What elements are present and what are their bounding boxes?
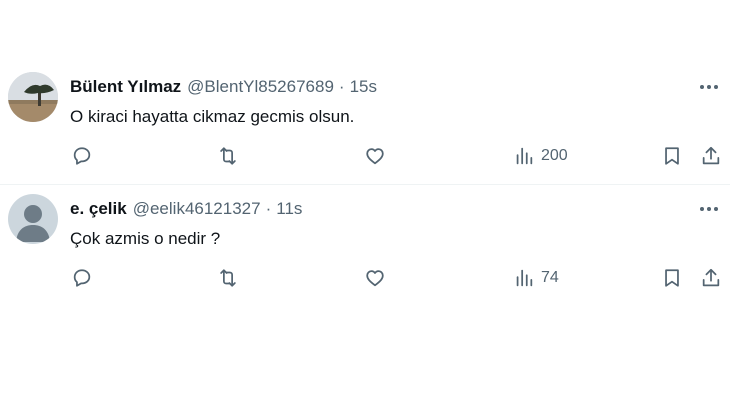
- share-icon: [702, 268, 720, 287]
- share-button[interactable]: [700, 144, 722, 168]
- more-icon[interactable]: [696, 200, 722, 218]
- reply-button[interactable]: [71, 266, 93, 290]
- share-button[interactable]: [700, 266, 722, 290]
- reply-button[interactable]: [71, 144, 93, 168]
- divider: [0, 184, 730, 185]
- views-button[interactable]: 74: [513, 266, 559, 290]
- tweet-text: Çok azmis o nedir ?: [70, 229, 221, 248]
- like-icon: [366, 270, 384, 287]
- more-icon[interactable]: [696, 78, 722, 96]
- bookmark-icon: [665, 147, 679, 165]
- views-button[interactable]: 200: [513, 144, 568, 168]
- separator-dot: ·: [338, 77, 345, 96]
- retweet-icon: [220, 269, 236, 287]
- like-button[interactable]: [364, 266, 386, 290]
- tweet[interactable]: e. çelik @eelik46121327 · 11s Çok azmis …: [0, 186, 730, 316]
- action-bar: 74: [0, 266, 730, 290]
- reply-icon: [73, 147, 91, 165]
- avatar[interactable]: [8, 194, 58, 244]
- like-icon: [366, 148, 384, 165]
- tweet[interactable]: Bülent Yılmaz @BlentYl85267689 · 15s O k…: [0, 64, 730, 184]
- bookmark-button[interactable]: [661, 266, 683, 290]
- views-icon: [516, 269, 533, 287]
- author-name[interactable]: Bülent Yılmaz: [70, 77, 181, 97]
- action-bar: 200: [0, 144, 730, 168]
- views-count: 200: [541, 147, 568, 164]
- bookmark-button[interactable]: [661, 144, 683, 168]
- author-handle[interactable]: @eelik46121327: [133, 199, 261, 219]
- retweet-icon: [220, 147, 236, 165]
- author-name[interactable]: e. çelik: [70, 199, 127, 219]
- default-avatar-icon: [8, 194, 58, 244]
- tweet-text: O kiraci hayatta cikmaz gecmis olsun.: [70, 107, 355, 126]
- avatar-photo-icon: [8, 72, 58, 122]
- timestamp[interactable]: 15s: [350, 77, 377, 97]
- retweet-button[interactable]: [217, 266, 239, 290]
- reply-icon: [73, 269, 91, 287]
- share-icon: [702, 146, 720, 165]
- timestamp[interactable]: 11s: [276, 199, 302, 219]
- avatar[interactable]: [8, 72, 58, 122]
- views-icon: [516, 147, 533, 165]
- retweet-button[interactable]: [217, 144, 239, 168]
- separator-dot: ·: [265, 199, 272, 218]
- bookmark-icon: [665, 269, 679, 287]
- views-count: 74: [541, 269, 559, 286]
- author-handle[interactable]: @BlentYl85267689: [187, 77, 334, 97]
- like-button[interactable]: [364, 144, 386, 168]
